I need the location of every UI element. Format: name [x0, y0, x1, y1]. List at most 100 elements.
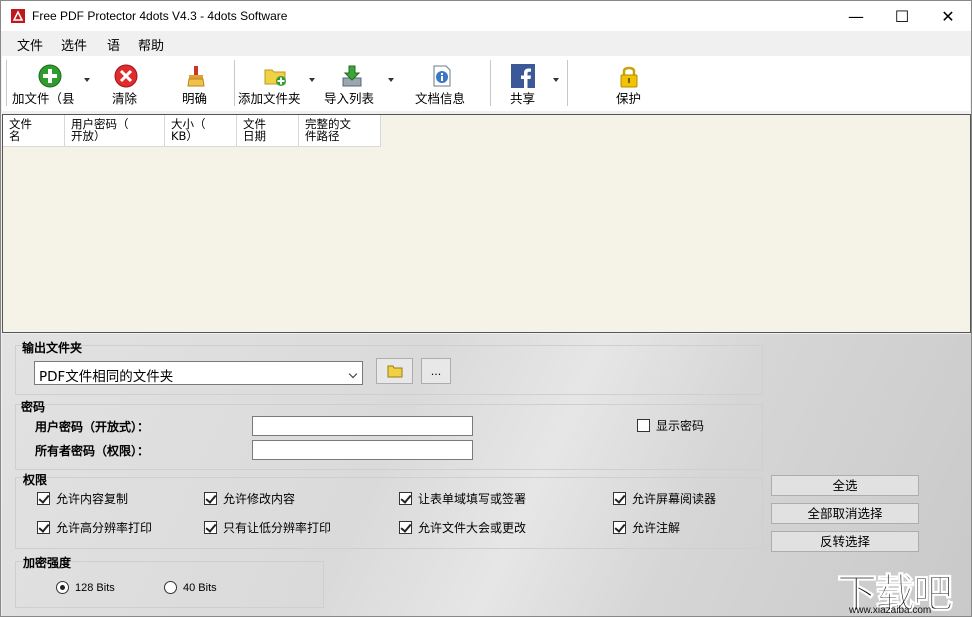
- share-label: 共享: [510, 88, 535, 107]
- menu-file[interactable]: 文件: [17, 35, 43, 54]
- import-icon: [340, 64, 364, 88]
- clear-button[interactable]: 清除: [102, 56, 150, 108]
- watermark-logo: 下载吧 www.xiazaiba.com: [837, 561, 971, 617]
- permission-assemble-checkbox[interactable]: 允许文件大会或更改: [399, 519, 526, 536]
- column-header-line: 日期: [243, 130, 294, 142]
- user-password-input[interactable]: [252, 416, 473, 436]
- owner-password-input[interactable]: [252, 440, 473, 460]
- column-header-line: KB）: [171, 130, 232, 142]
- clear-all-label: 明确: [182, 88, 207, 107]
- share-dropdown-icon[interactable]: [553, 78, 559, 82]
- permission-screen-reader-checkbox[interactable]: 允许屏幕阅读器: [613, 490, 716, 507]
- column-header-line: 开放）: [71, 130, 160, 142]
- import-list-dropdown-icon[interactable]: [388, 78, 394, 82]
- owner-password-label: 所有者密码（权限）：: [35, 442, 149, 459]
- permission-copy-checkbox[interactable]: 允许内容复制: [37, 490, 128, 507]
- encryption-40-radio[interactable]: 40 Bits: [164, 581, 217, 594]
- maximize-button[interactable]: ☐: [879, 1, 925, 31]
- invert-selection-button[interactable]: 反转选择: [771, 531, 919, 552]
- checkbox-box: [613, 521, 626, 534]
- open-folder-button[interactable]: [376, 358, 413, 384]
- add-folder-button[interactable]: 添加文件夹: [237, 56, 317, 108]
- permission-fill-forms-checkbox[interactable]: 让表单域填写或签署: [399, 490, 526, 507]
- column-header-line: 件路径: [305, 130, 376, 142]
- remove-icon: [114, 64, 138, 88]
- encryption-128-label: 128 Bits: [75, 582, 115, 594]
- lock-icon: [617, 64, 641, 88]
- checkbox-box: [37, 492, 50, 505]
- minimize-button[interactable]: —: [833, 1, 879, 31]
- info-icon: [430, 64, 454, 88]
- permission-hires-print-checkbox[interactable]: 允许高分辨率打印: [37, 519, 152, 536]
- permission-label: 只有让低分辨率打印: [223, 519, 331, 536]
- import-list-label: 导入列表: [324, 88, 374, 107]
- file-list[interactable]: 文件 名 用户密码（ 开放） 大小（ KB） 文件 日期 完整的文 件路径: [2, 114, 971, 333]
- title-bar: Free PDF Protector 4dots V4.3 - 4dots So…: [1, 1, 971, 31]
- select-all-button[interactable]: 全选: [771, 475, 919, 496]
- window-title: Free PDF Protector 4dots V4.3 - 4dots So…: [32, 9, 287, 23]
- add-file-button[interactable]: 加文件（县: [10, 56, 90, 108]
- output-folder-select[interactable]: PDF文件相同的文件夹: [34, 361, 363, 385]
- app-window: Free PDF Protector 4dots V4.3 - 4dots So…: [0, 0, 972, 617]
- add-file-label: 加文件（县: [12, 88, 75, 107]
- radio-dot: [56, 581, 69, 594]
- column-header-filename[interactable]: 文件 名: [3, 115, 65, 147]
- user-password-label: 用户密码（开放式）：: [35, 418, 149, 435]
- permission-annotate-checkbox[interactable]: 允许注解: [613, 519, 680, 536]
- checkbox-box: [613, 492, 626, 505]
- import-list-button[interactable]: 导入列表: [322, 56, 396, 108]
- permission-label: 允许内容复制: [56, 490, 128, 507]
- menu-language[interactable]: 语: [107, 35, 120, 54]
- menu-options[interactable]: 选件: [61, 35, 87, 54]
- share-button[interactable]: 共享: [502, 56, 564, 108]
- permission-label: 允许文件大会或更改: [418, 519, 526, 536]
- encryption-40-label: 40 Bits: [183, 582, 217, 594]
- app-icon: [10, 8, 26, 24]
- browse-button[interactable]: ...: [421, 358, 451, 384]
- column-header-date[interactable]: 文件 日期: [237, 115, 299, 147]
- doc-info-button[interactable]: 文档信息: [412, 56, 472, 108]
- permission-label: 让表单域填写或签署: [418, 490, 526, 507]
- add-folder-icon: [263, 64, 287, 88]
- toolbar-grip: [6, 60, 7, 106]
- checkbox-box: [37, 521, 50, 534]
- clear-label: 清除: [112, 88, 137, 107]
- add-folder-dropdown-icon[interactable]: [309, 78, 315, 82]
- permission-label: 允许修改内容: [223, 490, 295, 507]
- add-folder-label: 添加文件夹: [238, 88, 301, 107]
- watermark-url: www.xiazaiba.com: [849, 605, 931, 616]
- folder-icon: [387, 364, 403, 378]
- options-panel: 输出文件夹 PDF文件相同的文件夹 ... 密码 用户密码（开放式）： 所有者密…: [2, 334, 971, 617]
- facebook-icon: [511, 64, 535, 88]
- add-file-dropdown-icon[interactable]: [84, 78, 90, 82]
- clear-all-button[interactable]: 明确: [172, 56, 220, 108]
- show-password-checkbox[interactable]: 显示密码: [637, 417, 704, 434]
- permission-label: 允许高分辨率打印: [56, 519, 152, 536]
- toolbar-separator: [490, 60, 491, 106]
- toolbar: 加文件（县 清除 明确 添: [2, 56, 970, 111]
- radio-dot: [164, 581, 177, 594]
- add-icon: [38, 64, 62, 88]
- permissions-title: 权限: [23, 471, 47, 488]
- checkbox-box: [204, 521, 217, 534]
- checkbox-box: [399, 521, 412, 534]
- column-header-user-password[interactable]: 用户密码（ 开放）: [65, 115, 165, 147]
- protect-button[interactable]: 保护: [607, 56, 655, 108]
- encryption-128-radio[interactable]: 128 Bits: [56, 581, 115, 594]
- toolbar-separator: [567, 60, 568, 106]
- checkbox-box: [637, 419, 650, 432]
- permissions-group: [15, 477, 763, 549]
- output-folder-title: 输出文件夹: [22, 339, 82, 356]
- deselect-all-button[interactable]: 全部取消选择: [771, 503, 919, 524]
- checkbox-box: [399, 492, 412, 505]
- close-button[interactable]: ✕: [925, 1, 971, 31]
- permission-modify-checkbox[interactable]: 允许修改内容: [204, 490, 295, 507]
- chevron-down-icon: [349, 370, 357, 378]
- output-folder-value: PDF文件相同的文件夹: [39, 369, 173, 385]
- menu-help[interactable]: 帮助: [138, 35, 164, 54]
- permission-lowres-print-checkbox[interactable]: 只有让低分辨率打印: [204, 519, 331, 536]
- column-header-full-path[interactable]: 完整的文 件路径: [299, 115, 381, 147]
- password-group: [15, 404, 763, 470]
- doc-info-label: 文档信息: [415, 88, 465, 107]
- column-header-size[interactable]: 大小（ KB）: [165, 115, 237, 147]
